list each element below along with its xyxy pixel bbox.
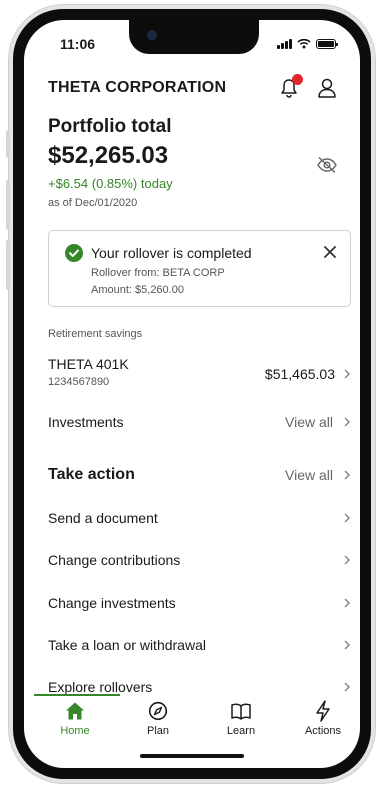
chevron-right-icon: [344, 640, 351, 650]
action-item-label: Send a document: [48, 510, 158, 526]
volume-up-button: [6, 180, 10, 230]
home-indicator[interactable]: [140, 754, 244, 758]
user-icon: [318, 78, 336, 98]
tab-actions[interactable]: Actions: [291, 700, 355, 737]
portfolio-summary: Portfolio total $52,265.03 +$6.54 (0.85%…: [48, 116, 338, 209]
action-item-loan-withdrawal[interactable]: Take a loan or withdrawal: [48, 631, 351, 659]
signal-icon: [277, 38, 292, 49]
take-action-view-all-link[interactable]: View all: [285, 467, 333, 483]
battery-icon: [316, 38, 338, 49]
action-item-label: Explore rollovers: [48, 679, 153, 695]
tab-label: Home: [60, 725, 90, 737]
compass-icon: [147, 700, 169, 722]
action-item-label: Take a loan or withdrawal: [48, 637, 206, 653]
banner-from: Rollover from: BETA CORP: [91, 267, 225, 279]
status-icons: [277, 38, 338, 49]
retirement-savings-label: Retirement savings: [48, 328, 143, 340]
status-time: 11:06: [60, 36, 96, 52]
chevron-right-icon: [344, 598, 351, 608]
lightning-icon: [312, 700, 334, 722]
wifi-icon: [297, 38, 311, 49]
bottom-tab-bar: Home Plan Learn Actions: [24, 696, 360, 742]
tab-label: Learn: [226, 725, 256, 737]
book-icon: [230, 700, 252, 722]
company-name: THETA CORPORATION: [48, 79, 227, 96]
investments-label: Investments: [48, 414, 124, 430]
investments-view-all-link[interactable]: View all: [285, 414, 333, 430]
tab-label: Plan: [146, 725, 170, 737]
account-balance: $51,465.03: [264, 366, 335, 382]
volume-down-button: [6, 240, 10, 290]
profile-button[interactable]: [316, 77, 338, 99]
tab-label: Actions: [304, 725, 342, 737]
chevron-right-icon: [344, 417, 351, 427]
tab-learn[interactable]: Learn: [209, 700, 273, 737]
take-action-title: Take action: [48, 466, 135, 483]
app-header: THETA CORPORATION: [48, 74, 338, 102]
chevron-right-icon: [344, 470, 351, 480]
tab-home[interactable]: Home: [43, 700, 107, 737]
check-circle-icon: [65, 244, 83, 262]
tab-plan[interactable]: Plan: [126, 700, 190, 737]
action-item-change-investments[interactable]: Change investments: [48, 589, 351, 617]
chevron-right-icon: [344, 555, 351, 565]
action-item-send-document[interactable]: Send a document: [48, 504, 351, 532]
notification-badge: [292, 74, 303, 85]
investments-row[interactable]: Investments View all: [48, 408, 351, 436]
rollover-banner: Your rollover is completed Rollover from…: [48, 230, 351, 307]
chevron-right-icon: [344, 682, 351, 692]
portfolio-as-of-date: as of Dec/01/2020: [48, 197, 138, 209]
account-row-theta-401k[interactable]: THETA 401K 1234567890 $51,465.03: [48, 356, 351, 396]
portfolio-total: $52,265.03: [48, 142, 169, 169]
status-bar: 11:06: [24, 20, 360, 60]
portfolio-change: +$6.54 (0.85%) today: [48, 176, 173, 191]
close-icon[interactable]: [322, 244, 338, 260]
banner-amount: Amount: $5,260.00: [91, 284, 184, 296]
take-action-header: Take action View all: [48, 461, 351, 489]
chevron-right-icon: [344, 369, 351, 379]
app-screen: 11:06 THETA CORPORATION Portfolio total …: [24, 20, 360, 768]
notifications-button[interactable]: [278, 74, 303, 99]
chevron-right-icon: [344, 513, 351, 523]
header-actions: [278, 74, 338, 99]
eye-off-icon[interactable]: [316, 156, 338, 174]
side-button: [6, 130, 10, 158]
action-item-label: Change investments: [48, 595, 176, 611]
portfolio-label: Portfolio total: [48, 116, 172, 137]
banner-title: Your rollover is completed: [91, 245, 252, 261]
home-icon: [64, 700, 86, 722]
action-item-change-contributions[interactable]: Change contributions: [48, 546, 351, 574]
action-item-label: Change contributions: [48, 552, 181, 568]
